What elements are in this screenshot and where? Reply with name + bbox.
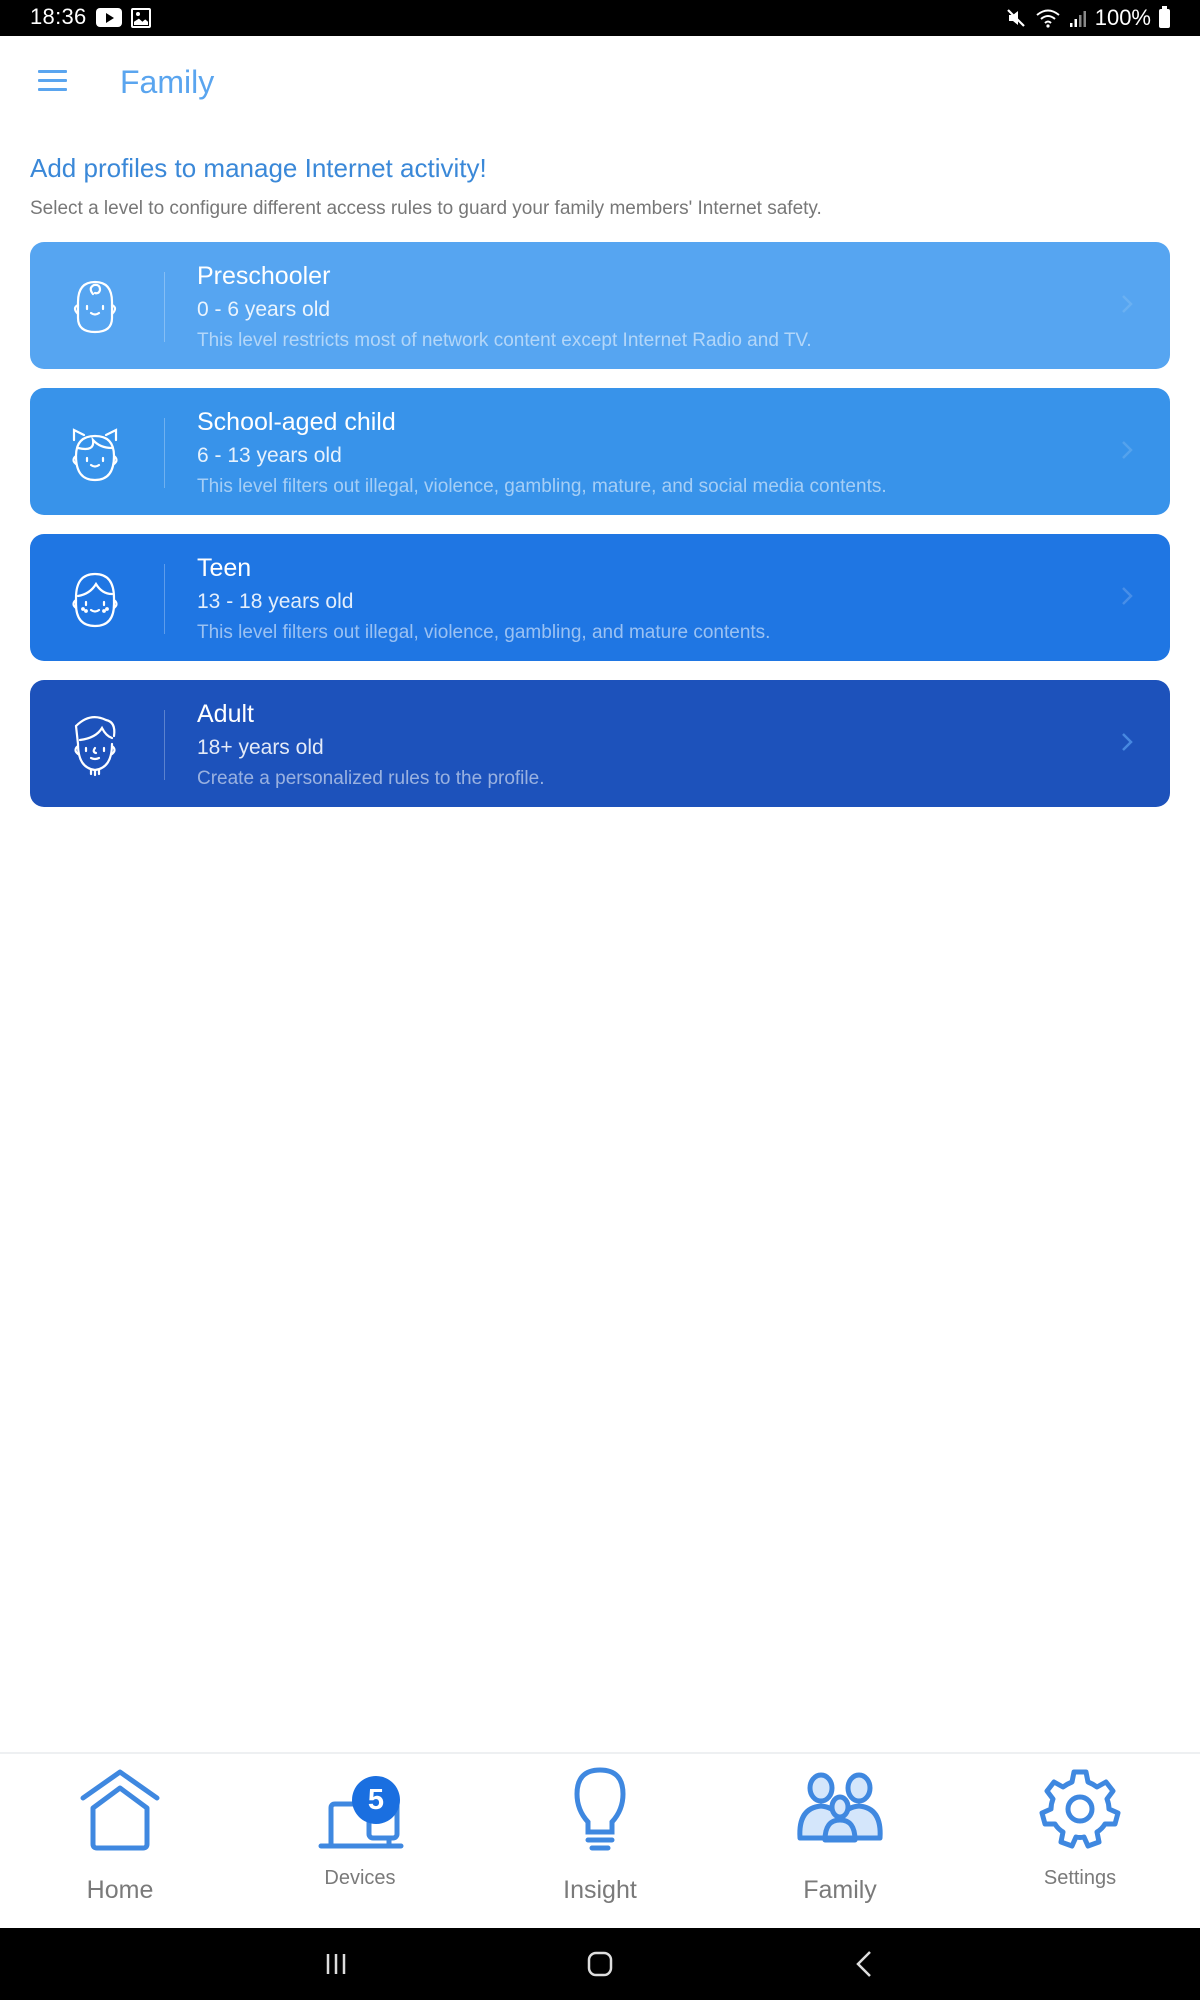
wifi-icon — [1036, 9, 1060, 28]
chevron-right-icon — [1122, 733, 1133, 751]
recent-apps-icon[interactable] — [318, 1946, 358, 1982]
profile-card-school-aged-child[interactable]: School-aged child 6 - 13 years old This … — [30, 388, 1170, 515]
child-face-icon — [72, 428, 118, 482]
profile-age: 0 - 6 years old — [197, 298, 331, 321]
signal-icon — [1069, 11, 1086, 27]
nav-label-home: Home — [86, 1876, 154, 1904]
teen-face-icon — [72, 572, 118, 628]
system-nav-bar — [0, 1928, 1200, 2000]
lightbulb-icon — [574, 1767, 626, 1851]
card-divider — [164, 710, 165, 780]
nav-item-insight[interactable]: Insight — [480, 1754, 720, 1930]
bottom-nav: Home Devices 5 Insight Family Settings — [0, 1752, 1200, 1928]
chevron-right-icon — [1122, 587, 1133, 605]
profile-age: 13 - 18 years old — [197, 590, 354, 613]
profile-age: 6 - 13 years old — [197, 444, 342, 467]
profile-title: Teen — [197, 554, 252, 582]
page-title: Family — [120, 64, 215, 100]
app-header: Family — [0, 36, 1200, 136]
profile-description: Create a personalized rules to the profi… — [197, 768, 545, 789]
family-icon — [797, 1772, 883, 1843]
adult-face-icon — [74, 715, 116, 777]
profile-card-adult[interactable]: Adult 18+ years old Create a personalize… — [30, 680, 1170, 807]
gear-icon — [1039, 1769, 1121, 1849]
status-time: 18:36 — [30, 4, 87, 29]
youtube-icon — [96, 8, 122, 27]
battery-level: 100% — [1094, 5, 1151, 30]
chevron-right-icon — [1122, 441, 1133, 459]
card-divider — [164, 418, 165, 488]
intro-text: Select a level to configure different ac… — [30, 198, 822, 219]
baby-face-icon — [73, 280, 117, 334]
home-icon — [80, 1769, 160, 1851]
card-divider — [164, 272, 165, 342]
nav-label-settings: Settings — [1043, 1867, 1117, 1889]
profile-age: 18+ years old — [197, 736, 324, 759]
profile-description: This level filters out illegal, violence… — [197, 476, 887, 497]
nav-item-home[interactable]: Home — [0, 1754, 240, 1930]
status-bar: 18:36 100% — [0, 0, 1200, 36]
profile-title: Preschooler — [197, 262, 331, 290]
devices-count-badge: 5 — [352, 1776, 400, 1824]
profile-card-teen[interactable]: Teen 13 - 18 years old This level filter… — [30, 534, 1170, 661]
back-icon[interactable] — [846, 1946, 886, 1982]
nav-label-insight: Insight — [563, 1876, 637, 1904]
intro-heading: Add profiles to manage Internet activity… — [30, 153, 487, 183]
chevron-right-icon — [1122, 295, 1133, 313]
nav-item-settings[interactable]: Settings — [960, 1754, 1200, 1930]
profile-title: School-aged child — [197, 408, 396, 436]
profile-description: This level restricts most of network con… — [197, 330, 812, 351]
nav-item-family[interactable]: Family — [720, 1754, 960, 1930]
nav-label-devices: Devices — [324, 1867, 396, 1889]
profile-description: This level filters out illegal, violence… — [197, 622, 771, 643]
mute-icon — [1006, 9, 1025, 27]
card-divider — [164, 564, 165, 634]
profile-title: Adult — [197, 700, 254, 728]
hamburger-menu-icon[interactable] — [38, 70, 70, 94]
home-circle-icon[interactable] — [580, 1946, 620, 1982]
profile-card-preschooler[interactable]: Preschooler 0 - 6 years old This level r… — [30, 242, 1170, 369]
nav-label-family: Family — [803, 1876, 877, 1904]
battery-icon — [1159, 5, 1170, 28]
gallery-icon — [131, 8, 151, 28]
